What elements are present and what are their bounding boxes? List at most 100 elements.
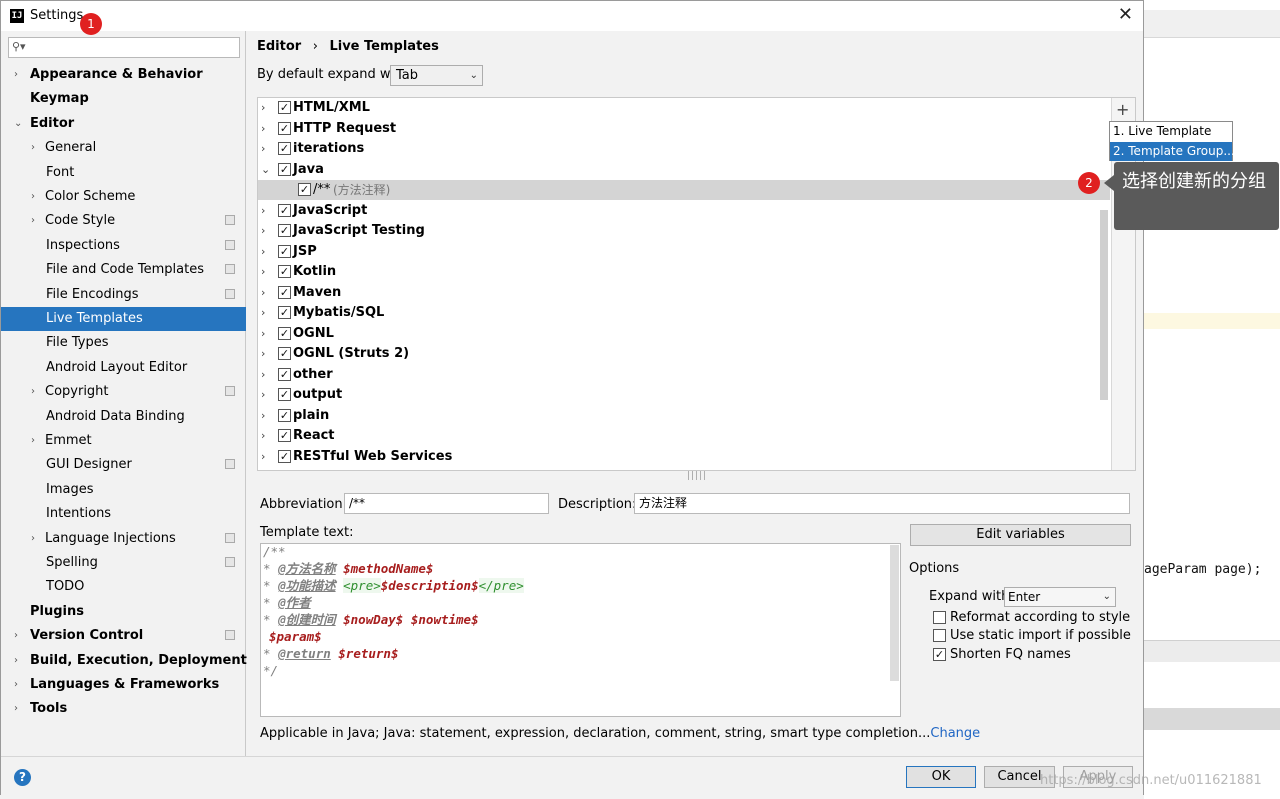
ok-button[interactable]: OK xyxy=(906,766,976,788)
chevron-right-icon[interactable]: › xyxy=(261,324,265,344)
template-group-iterations[interactable]: › ✓ iterations xyxy=(258,139,1110,159)
template-checkbox[interactable]: ✓ xyxy=(278,101,291,114)
template-checkbox[interactable]: ✓ xyxy=(278,347,291,360)
chevron-right-icon[interactable]: › xyxy=(14,624,18,648)
sidebar-item-intentions[interactable]: Intentions xyxy=(1,502,246,526)
template-group-javascript[interactable]: › ✓ JavaScript xyxy=(258,201,1110,221)
tree-scrollbar[interactable] xyxy=(1100,210,1108,400)
template-checkbox[interactable]: ✓ xyxy=(278,285,291,299)
template-text-editor[interactable]: /** * @方法名称 $methodName$ * @功能描述 <pre>$d… xyxy=(260,543,901,717)
template-checkbox[interactable]: ✓ xyxy=(278,203,291,217)
sidebar-item-file-types[interactable]: File Types xyxy=(1,331,246,355)
chevron-down-icon[interactable]: ⌄ xyxy=(14,112,22,136)
chevron-right-icon[interactable]: › xyxy=(261,139,265,159)
template-checkbox[interactable]: ✓ xyxy=(278,162,291,176)
template-checkbox[interactable]: ✓ xyxy=(278,121,291,135)
template-checkbox[interactable]: ✓ xyxy=(278,367,291,381)
chevron-right-icon[interactable]: › xyxy=(261,283,265,303)
sidebar-item-color-scheme[interactable]: › Color Scheme xyxy=(1,185,246,209)
sidebar-item-build-execution-deployment[interactable]: › Build, Execution, Deployment xyxy=(1,649,247,673)
template-checkbox[interactable]: ✓ xyxy=(278,142,291,155)
chevron-right-icon[interactable]: › xyxy=(261,262,265,282)
splitter-handle[interactable]: ||||| xyxy=(687,471,707,481)
template-checkbox[interactable]: ✓ xyxy=(278,449,291,463)
chevron-right-icon[interactable]: › xyxy=(261,242,265,262)
add-button[interactable]: + xyxy=(1116,101,1129,119)
template-group-http-request[interactable]: › ✓ HTTP Request xyxy=(258,119,1110,139)
chevron-right-icon[interactable]: › xyxy=(261,406,265,426)
sidebar-item-font[interactable]: Font xyxy=(1,161,246,185)
chevron-right-icon[interactable]: › xyxy=(31,209,35,233)
sidebar-item-languages-frameworks[interactable]: › Languages & Frameworks xyxy=(1,673,246,697)
sidebar-item-android-data-binding[interactable]: Android Data Binding xyxy=(1,405,246,429)
chevron-right-icon[interactable]: › xyxy=(14,649,18,673)
chevron-right-icon[interactable]: › xyxy=(261,221,265,241)
template-group-javascript-testing[interactable]: › ✓ JavaScript Testing xyxy=(258,221,1110,241)
sidebar-item-plugins[interactable]: Plugins xyxy=(1,600,246,624)
chevron-right-icon[interactable]: › xyxy=(261,344,265,364)
sidebar-item-gui-designer[interactable]: GUI Designer xyxy=(1,453,246,477)
chevron-right-icon[interactable]: › xyxy=(14,673,18,697)
sidebar-item-live-templates[interactable]: Live Templates xyxy=(1,307,246,331)
sidebar-item-copyright[interactable]: › Copyright xyxy=(1,380,246,404)
chevron-right-icon[interactable]: › xyxy=(261,365,265,385)
sidebar-item-file-and-code-templates[interactable]: File and Code Templates xyxy=(1,258,246,282)
template-group-plain[interactable]: › ✓ plain xyxy=(258,406,1110,426)
template-checkbox[interactable]: ✓ xyxy=(278,265,291,278)
template-group-kotlin[interactable]: › ✓ Kotlin xyxy=(258,262,1110,282)
template-group-restful-web-services[interactable]: › ✓ RESTful Web Services xyxy=(258,447,1110,467)
sidebar-item-tools[interactable]: › Tools xyxy=(1,697,246,721)
chevron-right-icon[interactable]: › xyxy=(261,98,265,118)
sidebar-item-language-injections[interactable]: › Language Injections xyxy=(1,527,246,551)
template-checkbox[interactable]: ✓ xyxy=(278,408,291,422)
template-group-react[interactable]: › ✓ React xyxy=(258,426,1110,446)
chevron-right-icon[interactable]: › xyxy=(31,527,35,551)
chevron-right-icon[interactable]: › xyxy=(261,447,265,467)
expand-with-select[interactable]: Tab ⌄ xyxy=(390,65,483,86)
template-group-mybatis-sql[interactable]: › ✓ Mybatis/SQL xyxy=(258,303,1110,323)
template-group-jsp[interactable]: › ✓ JSP xyxy=(258,242,1110,262)
template-checkbox[interactable]: ✓ xyxy=(278,244,291,258)
close-button[interactable]: ✕ xyxy=(1118,5,1133,25)
change-link[interactable]: Change xyxy=(930,726,980,741)
template-checkbox[interactable]: ✓ xyxy=(278,326,291,340)
template-group-ognl[interactable]: › ✓ OGNL xyxy=(258,324,1110,344)
sidebar-item-android-layout-editor[interactable]: Android Layout Editor xyxy=(1,356,246,380)
template-group-html-xml[interactable]: › ✓ HTML/XML xyxy=(258,98,1110,118)
sidebar-item-keymap[interactable]: Keymap xyxy=(1,87,246,111)
chevron-right-icon[interactable]: › xyxy=(261,303,265,323)
template-checkbox[interactable]: ✓ xyxy=(278,429,291,442)
sidebar-item-editor[interactable]: ⌄ Editor xyxy=(1,112,246,136)
template-checkbox[interactable]: ✓ xyxy=(298,183,311,196)
description-field[interactable]: 方法注释 xyxy=(634,493,1130,514)
settings-search-input[interactable]: ⚲▾ xyxy=(8,37,240,58)
shorten-fq-checkbox[interactable]: ✓ xyxy=(933,648,946,661)
template-item-doc-comment[interactable]: ✓/** (方法注释) xyxy=(258,180,1110,200)
reformat-checkbox[interactable] xyxy=(933,611,946,624)
help-icon[interactable]: ? xyxy=(14,769,31,786)
sidebar-item-appearance-behavior[interactable]: › Appearance & Behavior xyxy=(1,63,246,87)
template-group-maven[interactable]: › ✓ Maven xyxy=(258,283,1110,303)
chevron-right-icon[interactable]: › xyxy=(14,697,18,721)
template-checkbox[interactable]: ✓ xyxy=(278,306,291,319)
sidebar-item-general[interactable]: › General xyxy=(1,136,246,160)
chevron-right-icon[interactable]: › xyxy=(31,185,35,209)
template-group-other[interactable]: › ✓ other xyxy=(258,365,1110,385)
template-scrollbar[interactable] xyxy=(890,545,899,681)
chevron-down-icon[interactable]: ⌄ xyxy=(261,160,270,180)
sidebar-item-spelling[interactable]: Spelling xyxy=(1,551,246,575)
chevron-right-icon[interactable]: › xyxy=(31,429,35,453)
chevron-right-icon[interactable]: › xyxy=(261,385,265,405)
menu-item-live-template[interactable]: 1. Live Template xyxy=(1110,122,1232,141)
sidebar-item-file-encodings[interactable]: File Encodings xyxy=(1,283,246,307)
sidebar-item-todo[interactable]: TODO xyxy=(1,575,246,599)
chevron-right-icon[interactable]: › xyxy=(261,201,265,221)
menu-item-template-group[interactable]: 2. Template Group... xyxy=(1110,142,1235,161)
chevron-right-icon[interactable]: › xyxy=(14,63,18,87)
template-group-java[interactable]: ⌄ ✓ Java xyxy=(258,160,1110,180)
edit-variables-button[interactable]: Edit variables xyxy=(910,524,1131,546)
template-checkbox[interactable]: ✓ xyxy=(278,224,291,237)
chevron-right-icon[interactable]: › xyxy=(261,426,265,446)
abbreviation-field[interactable]: /** xyxy=(344,493,549,514)
template-expand-with-select[interactable]: Enter ⌄ xyxy=(1004,587,1116,607)
